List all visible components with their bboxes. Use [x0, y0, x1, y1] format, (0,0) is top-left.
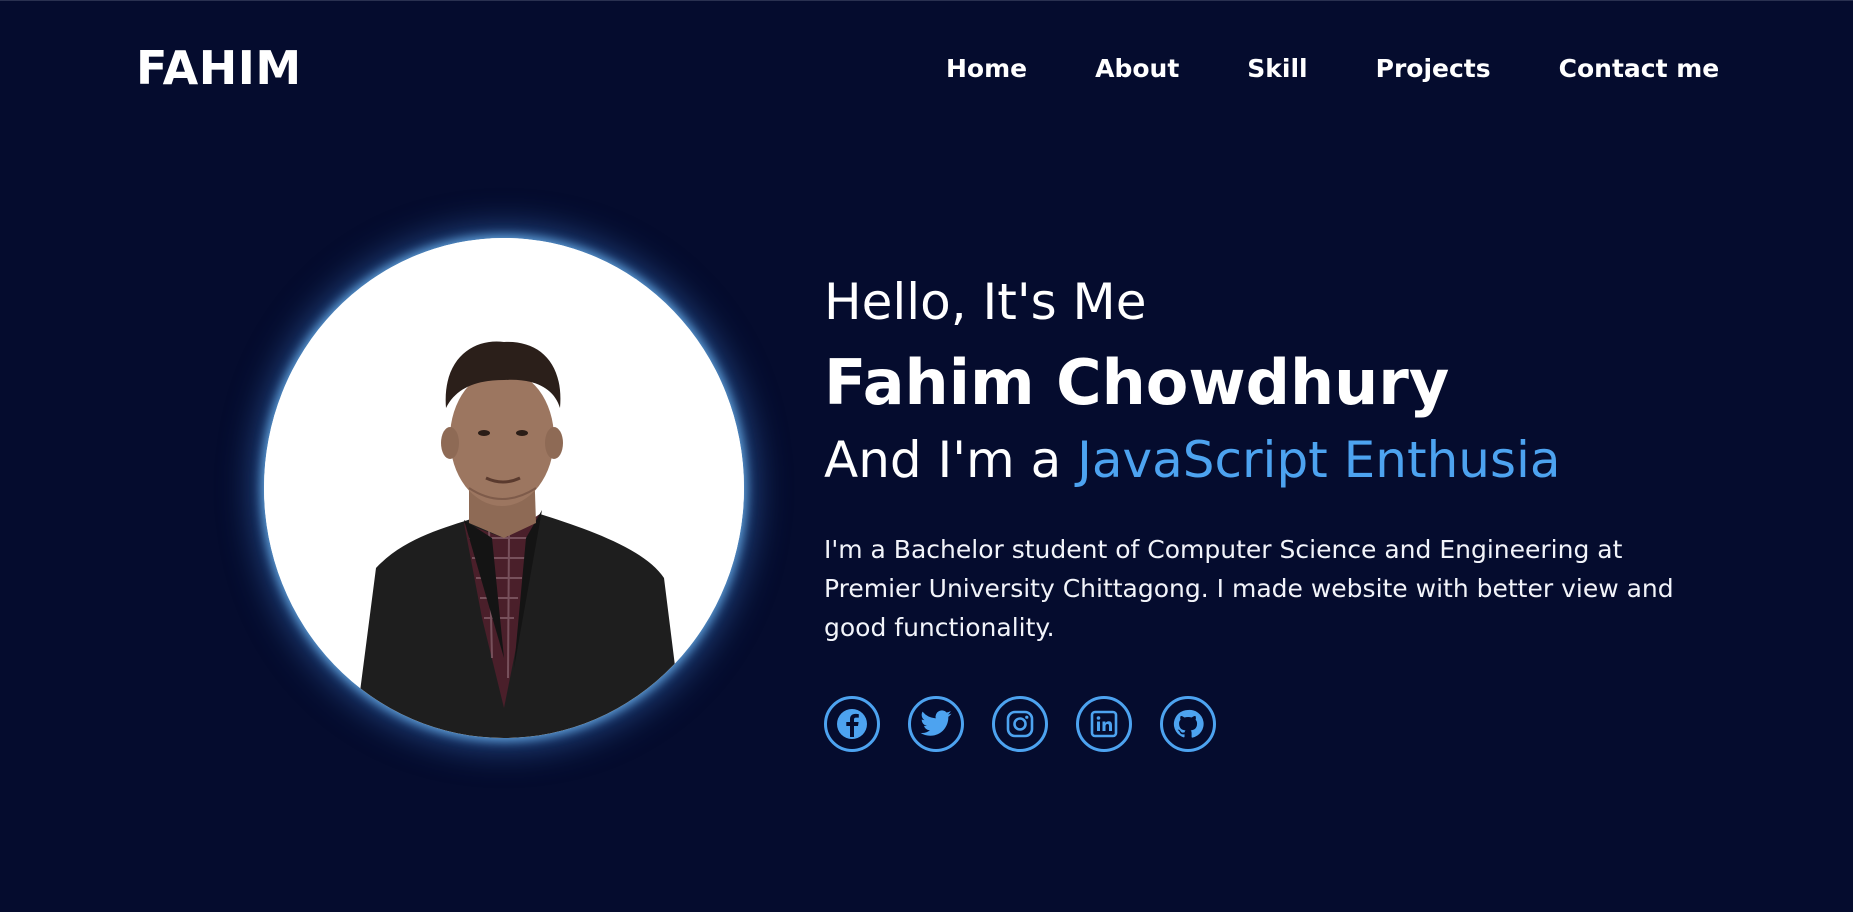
twitter-icon	[919, 707, 953, 741]
hero-bio: I'm a Bachelor student of Computer Scien…	[824, 535, 1674, 642]
nav-about[interactable]: About	[1095, 50, 1179, 88]
social-links	[824, 696, 1216, 752]
nav-home[interactable]: Home	[946, 50, 1027, 88]
nav-projects[interactable]: Projects	[1376, 50, 1491, 88]
nav-skill[interactable]: Skill	[1247, 50, 1307, 88]
linkedin-link[interactable]	[1076, 696, 1132, 752]
instagram-icon	[1005, 709, 1035, 739]
top-divider	[0, 0, 1853, 1]
hero-role-highlight: JavaScript Enthusia	[1077, 431, 1561, 489]
facebook-icon	[835, 707, 869, 741]
nav-contact[interactable]: Contact me	[1559, 50, 1720, 88]
github-icon	[1172, 708, 1204, 740]
logo[interactable]: FAHIM	[136, 38, 302, 98]
twitter-link[interactable]	[908, 696, 964, 752]
hero-role-prefix: And I'm a	[824, 431, 1078, 489]
hero-role: And I'm a JavaScript Enthusia	[824, 428, 1561, 492]
instagram-link[interactable]	[992, 696, 1048, 752]
hero-greeting: Hello, It's Me	[824, 273, 1147, 331]
facebook-link[interactable]	[824, 696, 880, 752]
linkedin-icon	[1089, 709, 1119, 739]
main-nav: Home About Skill Projects Contact me	[946, 50, 1719, 88]
hero-name: Fahim Chowdhury	[824, 346, 1450, 419]
profile-photo	[264, 238, 744, 738]
portrait-illustration	[264, 238, 744, 738]
github-link[interactable]	[1160, 696, 1216, 752]
